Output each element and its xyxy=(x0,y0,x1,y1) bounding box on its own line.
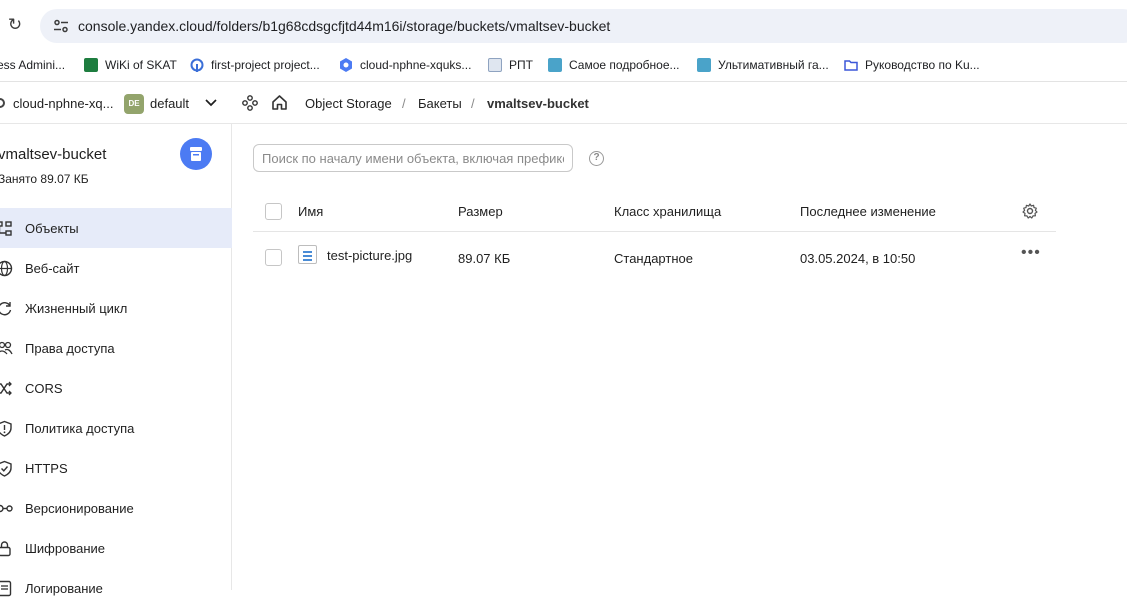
folder-badge: DE xyxy=(124,94,144,114)
sidebar-item-cors[interactable]: CORS xyxy=(0,368,232,408)
bookmark-item[interactable]: cloud-nphne-xquks... xyxy=(339,55,471,75)
bookmark-label: cloud-nphne-xquks... xyxy=(360,58,472,72)
column-header-storage-class[interactable]: Класс хранилища xyxy=(614,204,721,219)
sidebar-item-label: Веб-сайт xyxy=(25,261,80,276)
wiki-icon xyxy=(84,58,98,72)
bucket-icon xyxy=(180,138,212,170)
bookmark-label: Руководство по Ku... xyxy=(865,58,980,72)
sidebar-item-access-policy[interactable]: Политика доступа xyxy=(0,408,232,448)
sidebar-item-label: Шифрование xyxy=(25,541,105,556)
sidebar-item-label: Версионирование xyxy=(25,501,134,516)
bookmark-label: first-project project... xyxy=(211,58,320,72)
log-icon xyxy=(0,580,12,597)
object-storage-class: Стандартное xyxy=(614,251,693,266)
sidebar-item-versioning[interactable]: Версионирование xyxy=(0,488,232,528)
shield-icon xyxy=(0,420,12,437)
bookmark-item[interactable]: first-project project... xyxy=(190,55,320,75)
sidebar-nav: Объекты Веб-сайт Жизненный цикл Права до… xyxy=(0,208,232,608)
services-icon[interactable] xyxy=(242,95,258,111)
select-all-checkbox[interactable] xyxy=(265,203,282,220)
sidebar-item-objects[interactable]: Объекты xyxy=(0,208,232,248)
lock-icon xyxy=(0,541,11,557)
shield-check-icon xyxy=(0,460,12,477)
sidebar-item-website[interactable]: Веб-сайт xyxy=(0,248,232,288)
breadcrumb-separator: / xyxy=(471,96,475,111)
versions-icon xyxy=(0,504,13,513)
bookmark-label: WiKi of SKAT xyxy=(105,58,177,72)
bookmark-item[interactable]: Самое подробное... xyxy=(548,55,680,75)
shuffle-icon xyxy=(0,381,12,396)
object-name[interactable]: test-picture.jpg xyxy=(327,248,412,263)
objects-table: Имя Размер Класс хранилища Последнее изм… xyxy=(253,191,1056,283)
bookmark-label: Ультимативный га... xyxy=(718,58,829,72)
object-modified: 03.05.2024, в 10:50 xyxy=(800,251,916,266)
globe-icon xyxy=(0,260,13,277)
table-row[interactable]: test-picture.jpg 89.07 КБ Стандартное 03… xyxy=(253,232,1056,283)
sidebar-item-label: Жизненный цикл xyxy=(25,301,128,316)
sidebar-item-https[interactable]: HTTPS xyxy=(0,448,232,488)
cloud-selector[interactable]: cloud-nphne-xq... xyxy=(13,96,113,111)
bucket-used-space: Занято 89.07 КБ xyxy=(0,172,89,186)
sidebar-item-label: Объекты xyxy=(25,221,79,236)
sidebar-item-label: CORS xyxy=(25,381,63,396)
column-header-modified[interactable]: Последнее изменение xyxy=(800,204,936,219)
sidebar-item-lifecycle[interactable]: Жизненный цикл xyxy=(0,288,232,328)
column-header-name[interactable]: Имя xyxy=(298,204,323,219)
reload-icon[interactable]: ↻ xyxy=(6,16,24,34)
object-search-input[interactable] xyxy=(253,144,573,172)
bookmark-label: Самое подробное... xyxy=(569,58,680,72)
site-settings-icon[interactable] xyxy=(53,18,69,34)
bookmark-item[interactable]: ess Admini... xyxy=(0,55,65,75)
sidebar: vmaltsev-bucket Занято 89.07 КБ Объекты xyxy=(0,124,232,597)
sidebar-item-label: Права доступа xyxy=(25,341,115,356)
home-icon[interactable] xyxy=(271,94,288,111)
bookmark-item[interactable]: Руководство по Ku... xyxy=(844,55,980,75)
sidebar-item-access-rights[interactable]: Права доступа xyxy=(0,328,232,368)
bookmark-label: ess Admini... xyxy=(0,58,66,72)
site-icon xyxy=(548,58,562,72)
lifecycle-icon xyxy=(0,302,12,316)
browser-toolbar: ↻ console.yandex.cloud/folders/b1g68cdsg… xyxy=(0,0,1127,50)
sidebar-item-label: Политика доступа xyxy=(25,421,135,436)
breadcrumb-current: vmaltsev-bucket xyxy=(487,96,589,111)
sidebar-item-encryption[interactable]: Шифрование xyxy=(0,528,232,568)
folder-selector[interactable]: default xyxy=(150,96,189,111)
yandex-cloud-icon xyxy=(340,58,352,72)
object-size: 89.07 КБ xyxy=(458,251,511,266)
persons-icon xyxy=(0,341,13,355)
cloud-icon xyxy=(0,98,5,108)
sidebar-item-label: HTTPS xyxy=(25,461,68,476)
breadcrumb-separator: / xyxy=(402,96,406,111)
table-header: Имя Размер Класс хранилища Последнее изм… xyxy=(253,191,1056,232)
bookmark-label: РПТ xyxy=(509,58,533,72)
url-text[interactable]: console.yandex.cloud/folders/b1g68cdsgcf… xyxy=(78,18,610,34)
folder-icon xyxy=(844,60,858,71)
console-header: cloud-nphne-xq... DE default Object Stor… xyxy=(0,83,1127,124)
sidebar-item-label: Логирование xyxy=(25,581,103,596)
chevron-down-icon[interactable] xyxy=(204,95,218,109)
column-header-size[interactable]: Размер xyxy=(458,204,503,219)
row-checkbox[interactable] xyxy=(265,249,282,266)
bucket-name: vmaltsev-bucket xyxy=(0,146,107,163)
doc-icon xyxy=(488,58,502,72)
sidebar-item-logging[interactable]: Логирование xyxy=(0,568,232,608)
more-actions-icon[interactable]: ••• xyxy=(1021,245,1041,261)
breadcrumb-object-storage[interactable]: Object Storage xyxy=(305,96,392,111)
site-icon xyxy=(697,58,711,72)
address-bar[interactable]: console.yandex.cloud/folders/b1g68cdsgcf… xyxy=(40,9,1127,43)
breadcrumb-buckets[interactable]: Бакеты xyxy=(418,96,462,111)
bookmark-item[interactable]: Ультимативный га... xyxy=(697,55,829,75)
gear-icon[interactable] xyxy=(1022,203,1038,219)
file-icon xyxy=(298,245,317,264)
bookmark-item[interactable]: РПТ xyxy=(488,55,533,75)
help-icon[interactable]: ? xyxy=(589,151,604,166)
bookmark-item[interactable]: WiKi of SKAT xyxy=(84,55,177,75)
gitlab-icon xyxy=(190,58,204,72)
objects-icon xyxy=(0,221,12,236)
bookmarks-bar: ess Admini... WiKi of SKAT first-project… xyxy=(0,50,1127,82)
